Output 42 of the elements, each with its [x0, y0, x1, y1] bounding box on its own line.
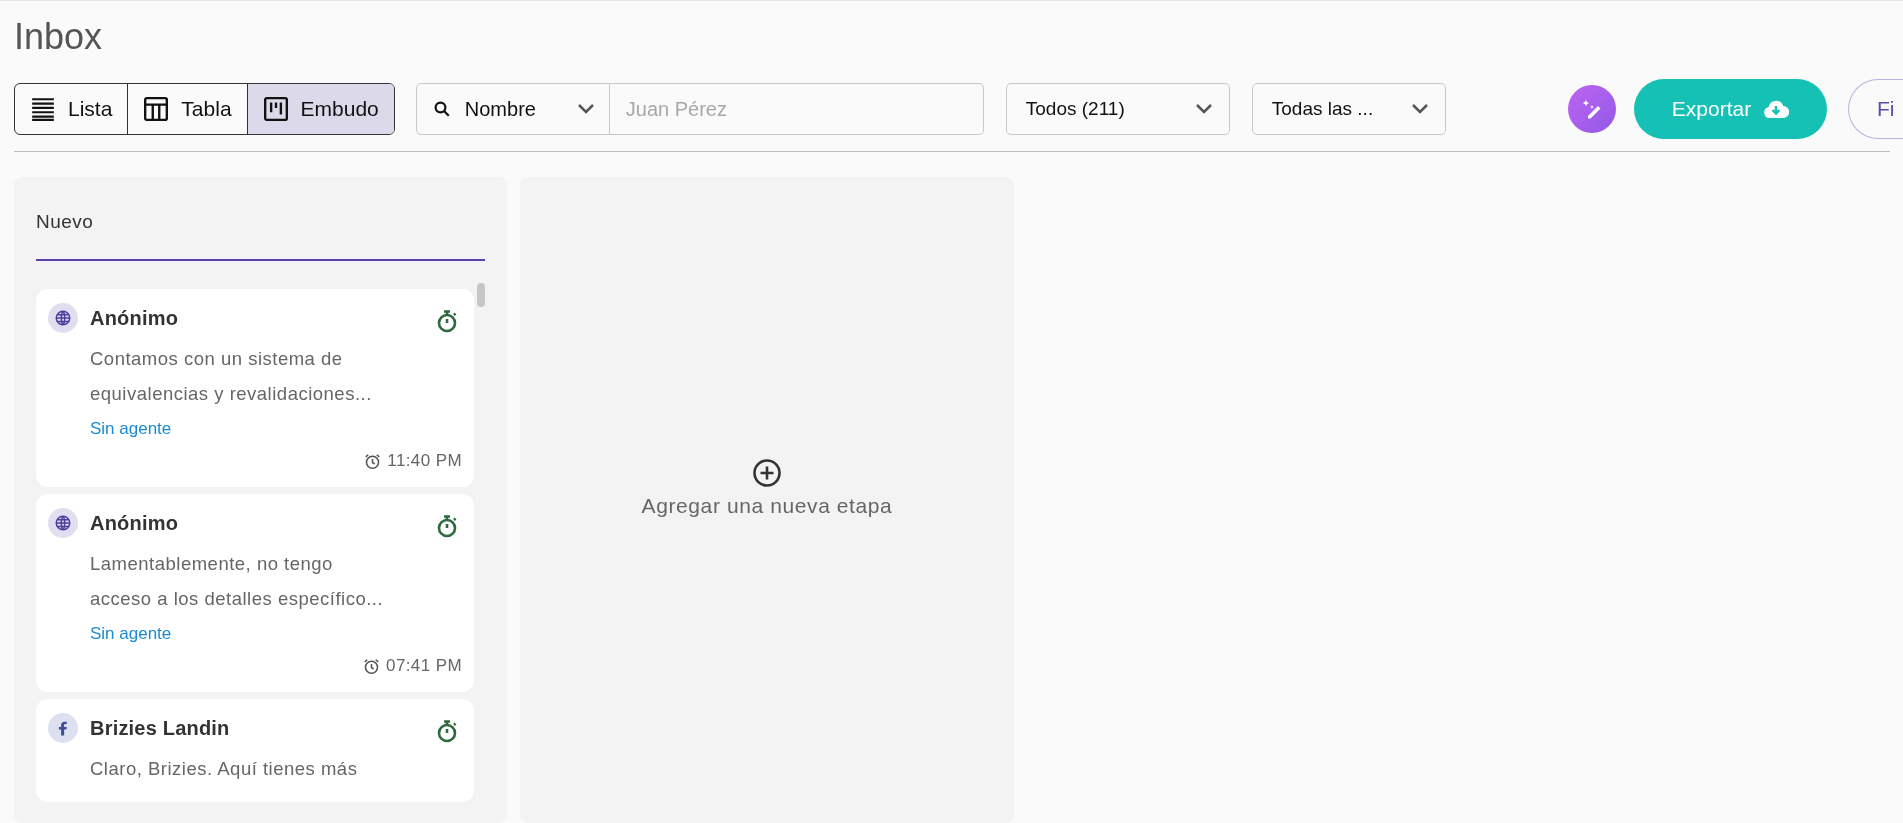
- globe-icon: [48, 303, 78, 333]
- chevron-down-icon: [576, 103, 595, 115]
- message-preview: Claro, Brizies. Aquí tienes más: [90, 757, 359, 781]
- agent-link[interactable]: Sin agente: [90, 624, 172, 644]
- alarm-clock-icon: [363, 657, 381, 675]
- message-preview: Contamos con un sistema de equivalencias y revalidaciones...: [90, 347, 373, 406]
- message-preview: Lamentablemente, no tengo acceso a los detalles específico...: [90, 552, 385, 611]
- facebook-icon: [48, 713, 78, 743]
- search-input[interactable]: Juan Pérez: [609, 83, 984, 135]
- search-field-selector[interactable]: Nombre: [415, 83, 610, 135]
- search-icon: [432, 100, 451, 118]
- ai-assist-button[interactable]: [1568, 85, 1616, 133]
- stopwatch-icon: [436, 719, 458, 743]
- filter-dropdown[interactable]: Todas las ...: [1251, 83, 1446, 135]
- view-tab[interactable]: Embudo: [247, 84, 394, 134]
- view-tab[interactable]: Lista: [15, 84, 129, 134]
- card-time: 07:41 PM: [386, 656, 462, 676]
- stopwatch-icon: [436, 514, 458, 538]
- table-icon: [143, 96, 170, 122]
- page-title: Inbox: [13, 15, 104, 59]
- contact-name: Brizies Landin: [90, 716, 231, 741]
- list-icon: [30, 96, 56, 122]
- chevron-down-icon: [1194, 103, 1213, 115]
- contact-name: Anónimo: [90, 511, 180, 536]
- stage-title: Nuevo: [36, 210, 95, 234]
- scrollbar-thumb[interactable]: [477, 283, 485, 307]
- card-time: 11:40 PM: [387, 451, 462, 471]
- contact-name: Anónimo: [90, 306, 180, 331]
- lead-card[interactable]: Anónimo Lamentablemente, no tengo acceso a los detalles específico... Sin agente 07:41 PM: [36, 494, 474, 692]
- plus-circle-icon: [752, 458, 782, 488]
- agent-link[interactable]: Sin agente: [90, 419, 172, 439]
- filter-dropdown[interactable]: Todos (211): [1005, 83, 1230, 135]
- cloud-download-icon: [1763, 99, 1790, 119]
- globe-icon: [48, 508, 78, 538]
- chevron-down-icon: [1410, 103, 1429, 115]
- lead-card[interactable]: Brizies Landin Claro, Brizies. Aquí tienes más: [36, 699, 474, 802]
- lead-card[interactable]: Anónimo Contamos con un sistema de equivalencias y revalidaciones... Sin agente 11:40 PM: [36, 289, 474, 487]
- alarm-clock-icon: [364, 452, 382, 470]
- kanban-icon: [262, 96, 289, 122]
- stopwatch-icon: [436, 309, 458, 333]
- add-stage-button[interactable]: Agregar una nueva etapa: [635, 457, 899, 519]
- view-tab[interactable]: Tabla: [128, 84, 248, 134]
